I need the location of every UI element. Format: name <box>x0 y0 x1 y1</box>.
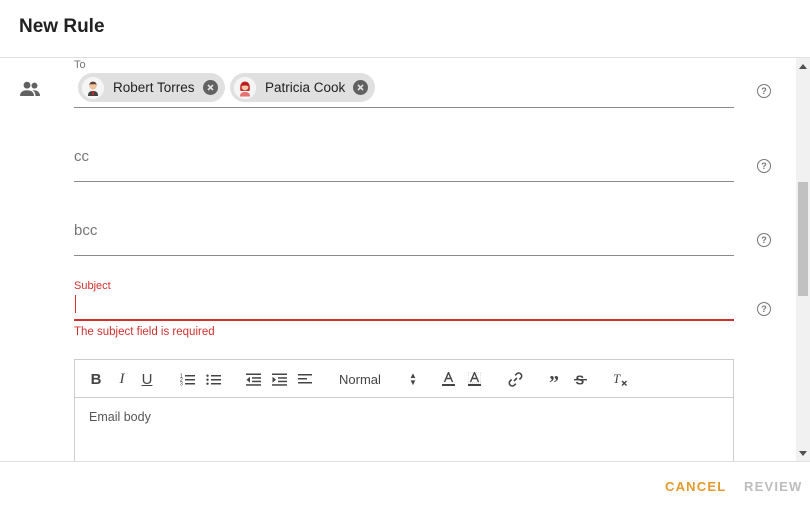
blockquote-icon[interactable]: ” <box>546 370 562 393</box>
help-icon[interactable]: ? <box>757 233 771 247</box>
dialog-header: New Rule <box>0 0 810 58</box>
recipient-chip[interactable]: Robert Torres <box>78 73 225 102</box>
to-label: To <box>74 59 86 71</box>
scrollbar[interactable] <box>796 58 810 461</box>
bold-icon[interactable]: B <box>89 370 103 388</box>
subject-input[interactable] <box>74 294 734 316</box>
editor-toolbar: B I U 1 2 3 Normal ▲ ▼ ” S T <box>75 360 733 398</box>
cancel-button[interactable]: CANCEL <box>665 479 726 494</box>
people-icon <box>20 81 40 96</box>
scrollbar-thumb[interactable] <box>798 182 808 296</box>
bcc-input[interactable]: bcc <box>74 222 97 239</box>
bullet-list-icon[interactable] <box>205 370 221 388</box>
recipient-name: Patricia Cook <box>265 80 346 95</box>
remove-recipient-icon[interactable] <box>353 80 369 95</box>
indent-icon[interactable] <box>271 370 287 388</box>
remove-recipient-icon[interactable] <box>202 80 218 95</box>
svg-text:3: 3 <box>180 381 183 386</box>
outdent-icon[interactable] <box>245 370 261 388</box>
italic-icon[interactable]: I <box>115 370 129 388</box>
strikethrough-icon[interactable]: S <box>572 370 588 388</box>
underline-icon[interactable]: U <box>140 370 154 388</box>
text-cursor <box>75 295 76 313</box>
bcc-field-underline <box>74 255 734 256</box>
scroll-down-arrow-icon[interactable] <box>796 448 810 458</box>
help-icon[interactable]: ? <box>757 302 771 316</box>
link-icon[interactable] <box>507 370 523 388</box>
text-color-icon[interactable] <box>441 370 455 388</box>
review-button[interactable]: REVIEW <box>744 479 802 494</box>
subject-label: Subject <box>74 280 111 292</box>
scroll-up-arrow-icon[interactable] <box>796 61 810 71</box>
font-size-value: Normal <box>339 371 381 387</box>
align-icon[interactable] <box>297 370 313 388</box>
cc-field-underline <box>74 181 734 182</box>
help-icon[interactable]: ? <box>757 84 771 98</box>
recipient-chip[interactable]: Patricia Cook <box>230 73 376 102</box>
recipient-name: Robert Torres <box>113 80 195 95</box>
to-field-underline <box>74 107 734 108</box>
subject-error-message: The subject field is required <box>74 326 215 338</box>
dialog-footer: CANCEL REVIEW <box>0 461 810 508</box>
background-color-icon[interactable] <box>467 370 481 388</box>
clear-format-icon[interactable]: T <box>612 370 628 388</box>
dialog-title: New Rule <box>19 16 105 37</box>
subject-field-underline <box>74 319 734 321</box>
cc-input[interactable]: cc <box>74 148 89 165</box>
svg-text:T: T <box>613 372 621 386</box>
dialog-content: To Robert Torres Patricia Cook ? cc ? bc… <box>0 58 796 461</box>
rich-text-editor: B I U 1 2 3 Normal ▲ ▼ ” S T Email body <box>74 359 734 461</box>
select-arrows-icon: ▲ ▼ <box>409 371 417 387</box>
font-size-select[interactable]: Normal ▲ ▼ <box>339 370 419 388</box>
woman-avatar-icon <box>234 76 256 99</box>
email-body-input[interactable]: Email body <box>89 410 151 424</box>
help-icon[interactable]: ? <box>757 159 771 173</box>
ordered-list-icon[interactable]: 1 2 3 <box>179 370 195 388</box>
man-avatar-icon <box>82 76 104 99</box>
